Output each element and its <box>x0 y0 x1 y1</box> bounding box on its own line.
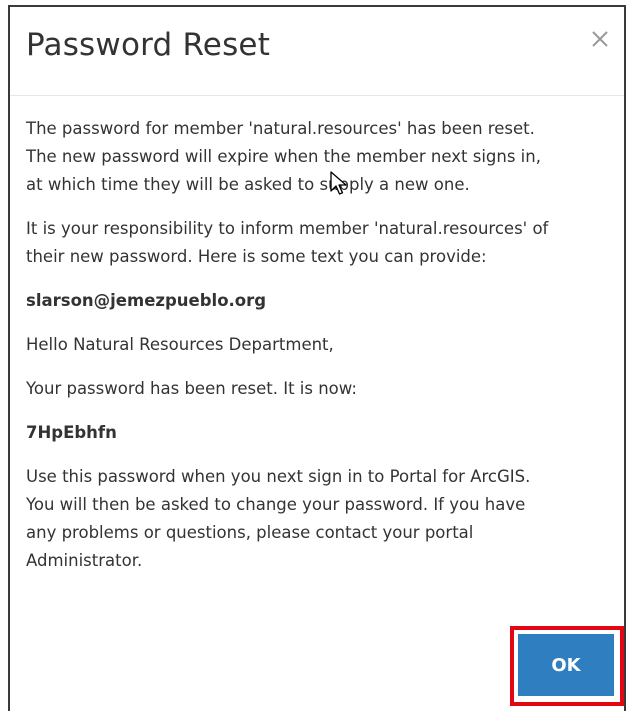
member-email: slarson@jemezpueblo.org <box>26 291 267 310</box>
reset-notice-text: Your password has been reset. It is now: <box>26 379 357 398</box>
close-button[interactable] <box>586 25 614 53</box>
password-reset-dialog: Password Reset The password for member '… <box>8 5 626 711</box>
greeting-text: Hello Natural Resources Department, <box>26 335 334 354</box>
reset-confirmation-text: The password for member 'natural.resourc… <box>26 119 541 194</box>
dialog-title: Password Reset <box>26 27 271 63</box>
ok-button[interactable]: OK <box>518 634 614 696</box>
instructions-text: Use this password when you next sign in … <box>26 467 531 570</box>
responsibility-text: It is your responsibility to inform memb… <box>26 219 549 266</box>
close-icon <box>592 31 608 47</box>
mouse-pointer-icon <box>330 171 347 195</box>
dialog-body: The password for member 'natural.resourc… <box>26 115 610 591</box>
title-divider <box>10 95 624 96</box>
new-password-value: 7HpEbhfn <box>26 423 117 442</box>
